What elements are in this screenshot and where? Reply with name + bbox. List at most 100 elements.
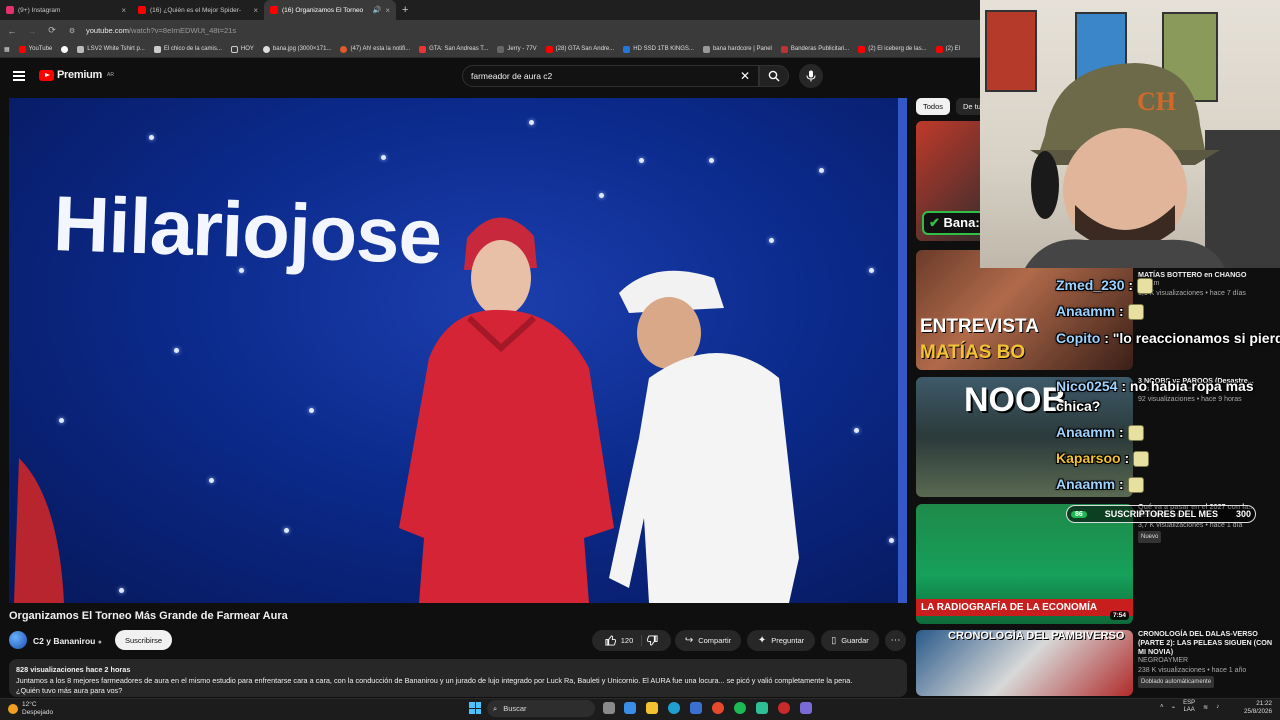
browser-tab-active[interactable]: (16) Organizamos El Torneo 🔊 ×: [264, 0, 396, 20]
chip-all[interactable]: Todos: [916, 98, 951, 115]
spotify-icon[interactable]: [734, 702, 746, 714]
recommended-thumbnail[interactable]: CRONOLOGÍA DEL PAMBIVERSO: [916, 630, 1133, 696]
app-icon[interactable]: [800, 702, 812, 714]
url-field[interactable]: youtube.com/watch?v=8eIrnEDWUt_48t=21s: [86, 26, 236, 35]
bookmark-item[interactable]: Jerry - 77V: [497, 45, 537, 53]
region-code: AR: [106, 72, 114, 78]
subscribe-button[interactable]: Suscribirse: [115, 630, 172, 650]
youtube-icon: [138, 6, 146, 14]
recommended-views: 238 K visualizaciones • hace 1 año: [1138, 667, 1247, 674]
bookmark-item[interactable]: bana hardcore | Panel: [702, 45, 772, 53]
windows-start-icon[interactable]: [469, 702, 481, 714]
bookmark-item[interactable]: HD SSD 1TB KINGS...: [623, 45, 694, 53]
bookmark-item[interactable]: bana.jpg (3000×171...: [262, 45, 331, 53]
bookmark-item[interactable]: Banderas Publicitari...: [780, 45, 849, 53]
ask-button[interactable]: ✦ Preguntar: [747, 630, 815, 651]
recommended-title: CRONOLOGÍA DEL DALAS-VERSO (PARTE 2): LA…: [1138, 629, 1273, 656]
webcam-overlay: CH: [980, 0, 1280, 268]
bookmark-item[interactable]: [61, 45, 69, 53]
bookmark-folder[interactable]: HOY: [230, 45, 254, 53]
wifi-icon[interactable]: ≋: [1203, 704, 1208, 711]
search-button[interactable]: [759, 65, 789, 87]
back-icon[interactable]: ←: [6, 26, 18, 36]
subs-target: 300: [1235, 509, 1251, 519]
share-button[interactable]: ↪ Compartir: [675, 630, 741, 651]
close-tab-icon[interactable]: ×: [385, 6, 390, 15]
sparkle-icon: ✦: [757, 635, 767, 646]
close-tab-icon[interactable]: ×: [253, 6, 258, 15]
auto-dub-badge: Doblado automáticamente: [1138, 676, 1215, 688]
channel-avatar[interactable]: [9, 631, 27, 649]
site-info-icon[interactable]: ⚙: [66, 27, 78, 35]
more-actions-button[interactable]: ⋯: [885, 630, 906, 651]
voice-search-button[interactable]: [799, 64, 823, 88]
save-button[interactable]: ▯ Guardar: [821, 630, 879, 651]
filter-chips: Todos De tu: [916, 98, 988, 115]
browser-tab[interactable]: (9+) Instagram ×: [0, 0, 132, 20]
description-text: ¿Quién tuvo más aura para vos?: [16, 686, 123, 696]
channel-name[interactable]: C2 y Bananirou ●: [33, 636, 102, 646]
bookmark-item[interactable]: LSV2 White Tshirt p...: [77, 45, 145, 53]
app-icon[interactable]: [756, 702, 768, 714]
reload-icon[interactable]: ⟳: [46, 25, 58, 36]
streamer: CH: [1025, 63, 1225, 268]
video-player[interactable]: Hilariojose: [9, 98, 907, 603]
close-tab-icon[interactable]: ×: [121, 6, 126, 15]
youtube-play-icon: [39, 69, 54, 81]
bookmark-item[interactable]: (2) El iceberg de las...: [858, 45, 927, 53]
bookmark-item[interactable]: GTA: San Andreas T...: [419, 45, 488, 53]
taskbar: [0, 698, 1280, 720]
like-button[interactable]: 120: [605, 635, 643, 646]
language-indicator[interactable]: ESP LAA: [1183, 700, 1195, 714]
edge-icon[interactable]: [668, 702, 680, 714]
clear-search-icon[interactable]: ✕: [740, 69, 750, 83]
new-badge: Nuevo: [1138, 531, 1162, 543]
address-bar-row: ← → ⟳ ⚙ youtube.com/watch?v=8eIrnEDWUt_4…: [0, 20, 980, 41]
youtube-logo[interactable]: Premium AR: [39, 69, 114, 81]
bookmark-item[interactable]: (28) GTA San Andre...: [545, 45, 614, 53]
bookmark-item[interactable]: (47) Ah! esta la notifi...: [340, 45, 410, 53]
chrome-icon[interactable]: [712, 702, 724, 714]
menu-icon[interactable]: [13, 71, 25, 81]
thumbnail-text: MATÍAS BO: [920, 342, 1026, 363]
new-tab-button[interactable]: +: [396, 4, 414, 16]
browser-tab[interactable]: (16) ¿Quién es el Mejor Spider- ×: [132, 0, 264, 20]
video-overlay-name: Hilariojose: [51, 178, 443, 281]
speaker-icon[interactable]: 🔊: [373, 6, 382, 14]
chevron-up-icon[interactable]: ˄: [1160, 704, 1164, 710]
bookmark-icon: ▯: [831, 635, 837, 645]
person-white-hoodie: [609, 270, 799, 603]
store-icon[interactable]: [690, 702, 702, 714]
description-box[interactable]: 828 visualizaciones hace 2 horas Juntamo…: [9, 659, 907, 697]
task-view-icon[interactable]: [603, 702, 615, 714]
stage-panel: [898, 98, 907, 603]
recommended-meta[interactable]: CRONOLOGÍA DEL DALAS-VERSO (PARTE 2): LA…: [1138, 629, 1278, 688]
bookmark-item[interactable]: El chico de la camis...: [153, 45, 222, 53]
check-icon: ✔: [929, 215, 940, 230]
recommended-meta[interactable]: MATÍAS BOTTERO en CHANGO ...team 6,1 K v…: [1138, 270, 1278, 299]
emote-icon: [1133, 451, 1150, 468]
bookmark-item[interactable]: YouTube: [18, 45, 52, 53]
forward-icon[interactable]: →: [26, 26, 38, 36]
more-icon: ⋯: [890, 635, 901, 646]
search-icon: [768, 70, 780, 82]
weather-widget[interactable]: 12°C Despejado: [8, 701, 53, 716]
emote-icon: [1127, 304, 1144, 321]
recommended-views: 6,1 K visualizaciones • hace 7 días: [1138, 290, 1246, 297]
subscriber-goal-bar: 86 SUSCRIPTORES DEL MES 300: [1066, 505, 1256, 523]
clock[interactable]: 21:22 25/8/2026: [1244, 700, 1272, 716]
search-input[interactable]: farmeador de aura c2 ✕: [462, 65, 759, 87]
weather-status: Despejado: [22, 708, 54, 716]
volume-icon[interactable]: ♪: [1216, 704, 1219, 710]
usb-icon[interactable]: ⌁: [1172, 704, 1176, 711]
file-explorer-icon[interactable]: [646, 702, 658, 714]
subs-current: 86: [1071, 510, 1087, 518]
taskbar-search[interactable]: ⌕ Buscar: [487, 700, 595, 717]
mail-icon[interactable]: [624, 702, 636, 714]
share-icon: ↪: [684, 635, 694, 646]
apps-icon[interactable]: ▦: [4, 46, 10, 53]
app-icon[interactable]: [778, 702, 790, 714]
video-title: Organizamos El Torneo Más Grande de Farm…: [9, 610, 288, 622]
bookmark-item[interactable]: (2) El: [935, 45, 960, 53]
thumbs-down-icon[interactable]: [647, 635, 658, 646]
